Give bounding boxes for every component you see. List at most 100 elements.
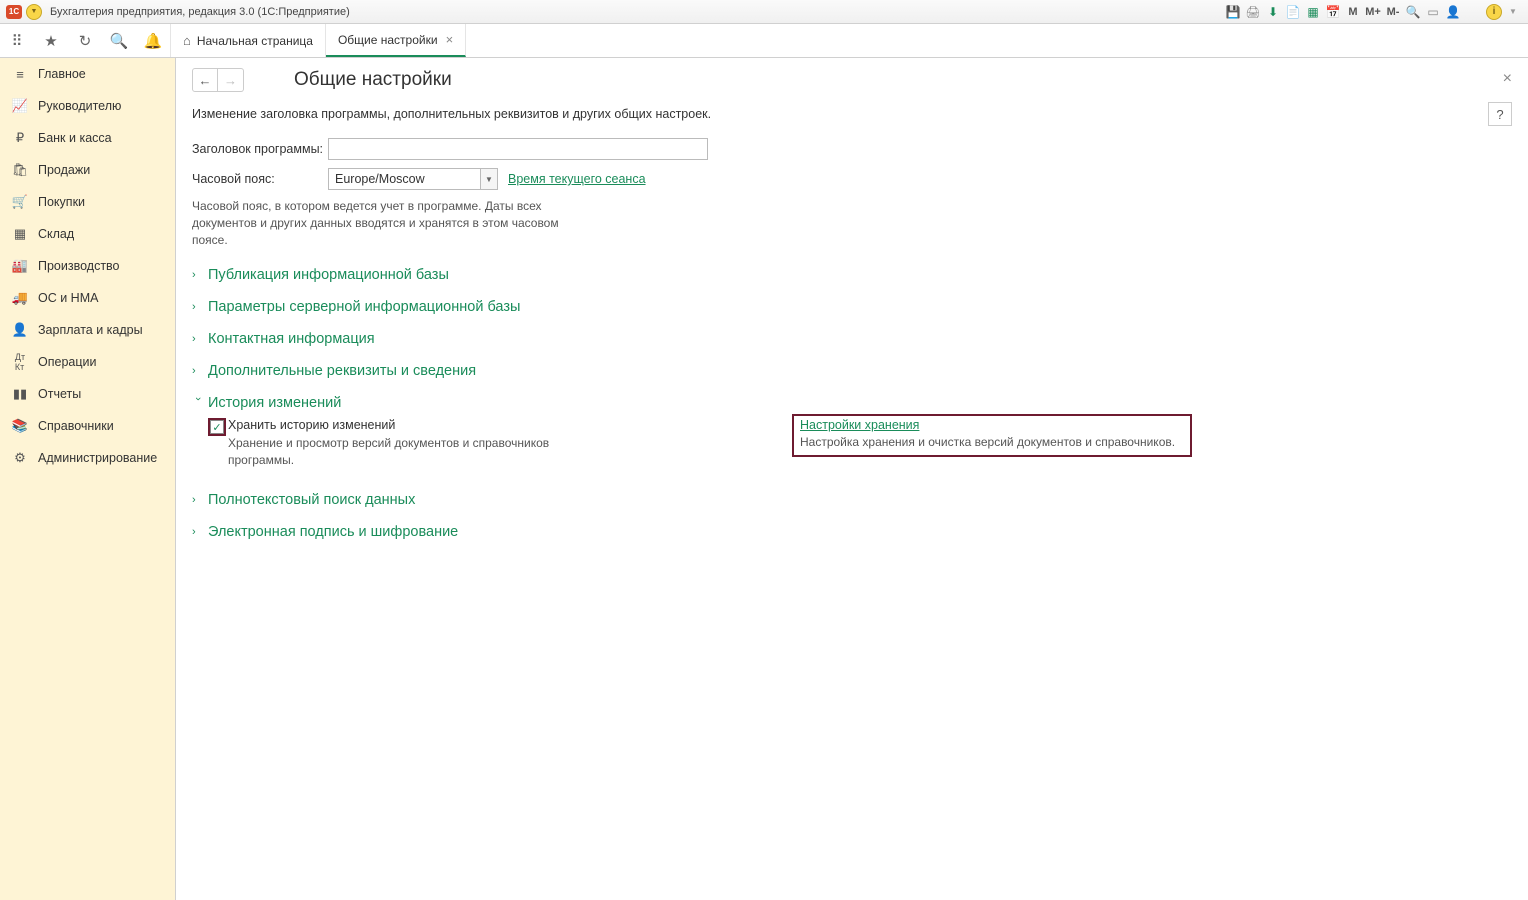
section-title: Контактная информация	[208, 331, 375, 347]
sidebar-item-label: Отчеты	[38, 387, 81, 401]
memory-mminus-button[interactable]: M-	[1384, 3, 1402, 21]
sidebar-item-label: ОС и НМА	[38, 291, 98, 305]
chevron-right-icon: ›	[192, 526, 204, 538]
section-server-params[interactable]: › Параметры серверной информационной баз…	[192, 296, 1512, 318]
history-button[interactable]: ↻	[68, 24, 102, 58]
section-history[interactable]: › История изменений	[192, 392, 1512, 414]
page-title: Общие настройки	[294, 69, 452, 91]
chevron-right-icon: ›	[192, 301, 204, 313]
program-title-label: Заголовок программы:	[192, 142, 328, 156]
store-history-hint: Хранение и просмотр версий документов и …	[228, 435, 608, 469]
sidebar-item-catalogs[interactable]: 📚 Справочники	[0, 410, 175, 442]
sidebar-item-admin[interactable]: ⚙ Администрирование	[0, 442, 175, 474]
section-title: Дополнительные реквизиты и сведения	[208, 363, 476, 379]
notifications-button[interactable]: 🔔	[136, 24, 170, 58]
titlebar: 1C ▼ Бухгалтерия предприятия, редакция 3…	[0, 0, 1528, 24]
toolbar-row: ⠿ ★ ↻ 🔍 🔔 ⌂ Начальная страница Общие нас…	[0, 24, 1528, 58]
content-area: ← → Общие настройки × Изменение заголовк…	[176, 58, 1528, 900]
sidebar-item-label: Производство	[38, 259, 120, 273]
sidebar-item-label: Продажи	[38, 163, 90, 177]
sidebar-item-operations[interactable]: ДтКтОперации	[0, 346, 175, 378]
calculator-icon[interactable]: ▦	[1304, 3, 1322, 21]
download-icon[interactable]: ⬇	[1264, 3, 1282, 21]
timezone-select[interactable]: Europe/Moscow	[328, 168, 480, 190]
home-icon: ⌂	[183, 33, 191, 48]
truck-icon: 🚚	[12, 290, 28, 306]
section-publication[interactable]: › Публикация информационной базы	[192, 264, 1512, 286]
sidebar-item-bank[interactable]: ₽ Банк и касса	[0, 122, 175, 154]
back-button[interactable]: ←	[192, 68, 218, 92]
current-session-time-link[interactable]: Время текущего сеанса	[508, 172, 646, 186]
calendar-icon[interactable]: 📅	[1324, 3, 1342, 21]
tab-home[interactable]: ⌂ Начальная страница	[171, 24, 326, 57]
app-menu-dropdown[interactable]: ▼	[26, 4, 42, 20]
sidebar-item-label: Администрирование	[38, 451, 157, 465]
tab-close-button[interactable]: ×	[446, 32, 454, 47]
chevron-right-icon: ›	[192, 333, 204, 345]
sidebar-item-label: Склад	[38, 227, 74, 241]
zoom-icon[interactable]: 🔍	[1404, 3, 1422, 21]
storage-settings-description: Настройка хранения и очистка версий доку…	[800, 434, 1184, 451]
timezone-dropdown-button[interactable]: ▼	[480, 168, 498, 190]
save-icon[interactable]: 💾	[1224, 3, 1242, 21]
favorites-button[interactable]: ★	[34, 24, 68, 58]
section-title: Электронная подпись и шифрование	[208, 524, 458, 540]
print-icon[interactable]: 🖨	[1244, 3, 1262, 21]
search-button[interactable]: 🔍	[102, 24, 136, 58]
program-title-input[interactable]	[328, 138, 708, 160]
chart-icon: 📈	[12, 98, 28, 114]
section-additional[interactable]: › Дополнительные реквизиты и сведения	[192, 360, 1512, 382]
bag-icon: 🛍	[12, 162, 28, 178]
boxes-icon: ▦	[12, 226, 28, 242]
logo-1c-icon: 1C	[6, 5, 22, 19]
chevron-down-icon: ›	[192, 397, 204, 409]
sidebar-item-label: Справочники	[38, 419, 114, 433]
ruble-icon: ₽	[12, 130, 28, 146]
gear-icon: ⚙	[12, 450, 28, 466]
section-contact[interactable]: › Контактная информация	[192, 328, 1512, 350]
section-fulltext[interactable]: › Полнотекстовый поиск данных	[192, 489, 1512, 511]
sidebar-item-reports[interactable]: ▮▮ Отчеты	[0, 378, 175, 410]
store-history-label: Хранить историю изменений	[228, 418, 395, 432]
sidebar-item-label: Руководителю	[38, 99, 121, 113]
sidebar-item-label: Банк и касса	[38, 131, 112, 145]
store-history-checkbox[interactable]: ✓	[210, 420, 224, 434]
memory-mplus-button[interactable]: M+	[1364, 3, 1382, 21]
tab-active-label: Общие настройки	[338, 33, 438, 47]
section-signature[interactable]: › Электронная подпись и шифрование	[192, 521, 1512, 543]
panel-icon[interactable]: ▭	[1424, 3, 1442, 21]
document-icon[interactable]: 📄	[1284, 3, 1302, 21]
sidebar-item-label: Операции	[38, 355, 96, 369]
help-dropdown-icon[interactable]: ▼	[1504, 3, 1522, 21]
help-button[interactable]: ?	[1488, 102, 1512, 126]
timezone-hint: Часовой пояс, в котором ведется учет в п…	[192, 198, 572, 248]
book-icon: 📚	[12, 418, 28, 434]
section-title: Полнотекстовый поиск данных	[208, 492, 415, 508]
sidebar-item-purchases[interactable]: 🛒Покупки	[0, 186, 175, 218]
page-description: Изменение заголовка программы, дополните…	[192, 107, 711, 121]
tab-general-settings[interactable]: Общие настройки ×	[326, 24, 466, 57]
sidebar-item-warehouse[interactable]: ▦ Склад	[0, 218, 175, 250]
sidebar-item-assets[interactable]: 🚚 ОС и НМА	[0, 282, 175, 314]
forward-button[interactable]: →	[218, 68, 244, 92]
sidebar-item-production[interactable]: 🏭Производство	[0, 250, 175, 282]
close-page-button[interactable]: ×	[1503, 70, 1512, 88]
highlight-checkbox: ✓	[208, 418, 226, 436]
section-title: Публикация информационной базы	[208, 267, 449, 283]
user-icon[interactable]: 👤	[1444, 3, 1462, 21]
sidebar-item-manager[interactable]: 📈 Руководителю	[0, 90, 175, 122]
storage-settings-link[interactable]: Настройки хранения	[800, 418, 919, 432]
timezone-label: Часовой пояс:	[192, 172, 328, 186]
sidebar-item-main[interactable]: ≡Главное	[0, 58, 175, 90]
sidebar-item-hr[interactable]: 👤 Зарплата и кадры	[0, 314, 175, 346]
highlight-storage-settings: Настройки хранения Настройка хранения и …	[792, 414, 1192, 457]
memory-m-button[interactable]: M	[1344, 3, 1362, 21]
sidebar-item-sales[interactable]: 🛍 Продажи	[0, 154, 175, 186]
sidebar-item-label: Главное	[38, 67, 86, 81]
bars-icon: ▮▮	[12, 386, 28, 402]
help-icon[interactable]: i	[1486, 4, 1502, 20]
apps-grid-button[interactable]: ⠿	[0, 24, 34, 58]
chevron-right-icon: ›	[192, 269, 204, 281]
person-icon: 👤	[12, 322, 28, 338]
sidebar-item-label: Зарплата и кадры	[38, 323, 143, 337]
